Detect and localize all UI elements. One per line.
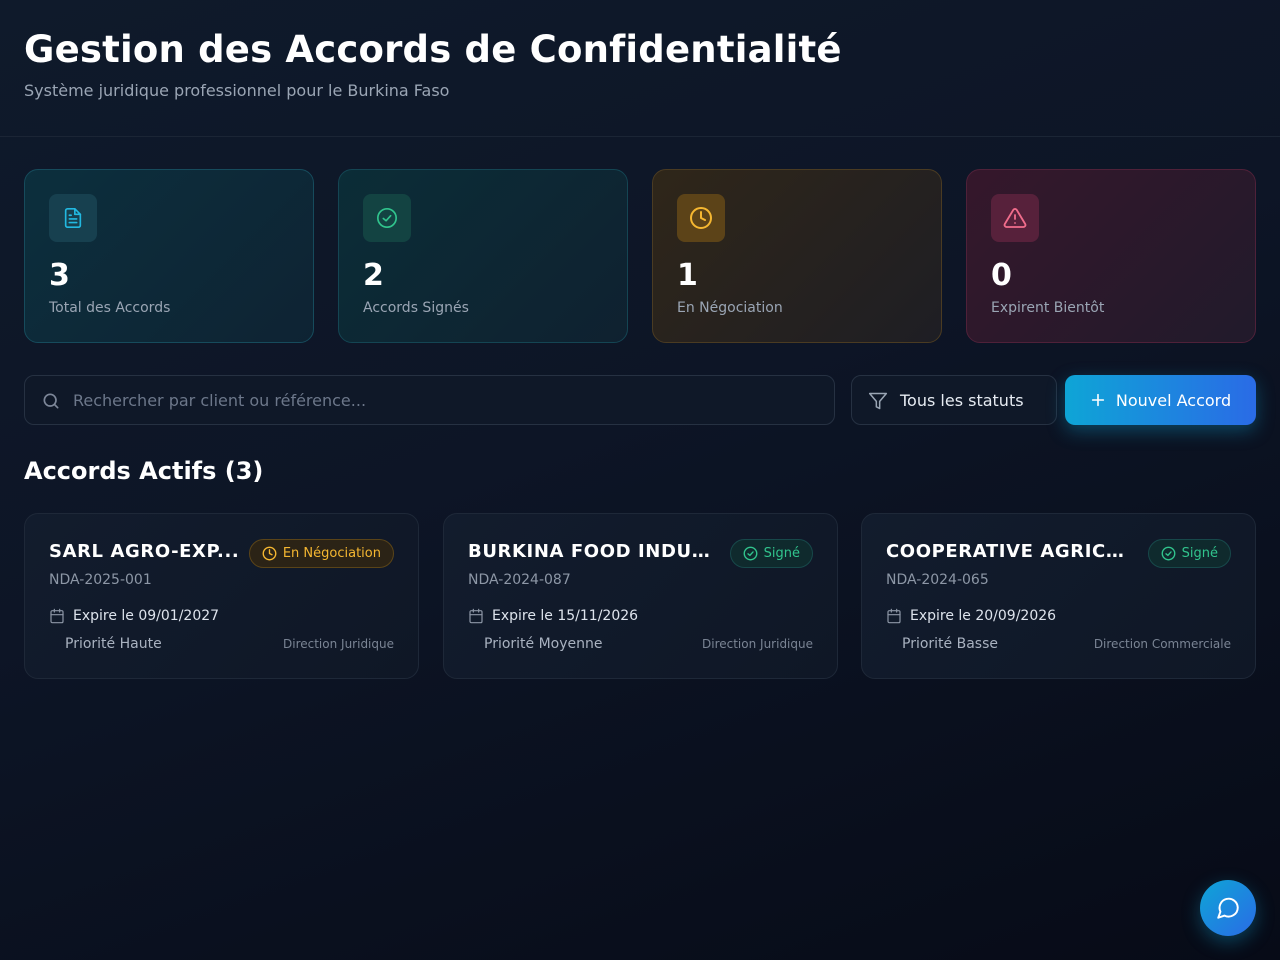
reference: NDA-2025-001 bbox=[49, 572, 152, 588]
client-name: SARL AGRO-EXP... bbox=[49, 541, 240, 562]
priority: Priorité Moyenne bbox=[484, 636, 603, 652]
alert-triangle-icon bbox=[991, 194, 1039, 242]
stat-card-signed: 2 Accords Signés bbox=[338, 169, 628, 343]
expiry-row: Expire le 09/01/2027 bbox=[49, 608, 219, 624]
plus-icon bbox=[1090, 392, 1106, 408]
stat-label: Total des Accords bbox=[49, 300, 171, 316]
status-filter-label: Tous les statuts bbox=[900, 391, 1024, 410]
priority: Priorité Basse bbox=[902, 636, 998, 652]
check-circle-icon bbox=[1161, 546, 1176, 561]
nda-card[interactable]: BURKINA FOOD INDUS... Signé NDA-2024-087… bbox=[443, 513, 838, 679]
client-name: COOPERATIVE AGRICO... bbox=[886, 541, 1136, 562]
stat-card-total: 3 Total des Accords bbox=[24, 169, 314, 343]
department: Direction Commerciale bbox=[1093, 637, 1231, 651]
clock-icon bbox=[677, 194, 725, 242]
expiry-row: Expire le 15/11/2026 bbox=[468, 608, 638, 624]
reference: NDA-2024-087 bbox=[468, 572, 571, 588]
file-text-icon bbox=[49, 194, 97, 242]
page-title: Gestion des Accords de Confidentialité bbox=[24, 28, 842, 71]
expiry-row: Expire le 20/09/2026 bbox=[886, 608, 1056, 624]
expiry-date: Expire le 20/09/2026 bbox=[910, 608, 1057, 624]
section-title: Accords Actifs (3) bbox=[24, 457, 264, 485]
stat-value: 2 bbox=[363, 258, 384, 293]
reference: NDA-2024-065 bbox=[886, 572, 989, 588]
expiry-date: Expire le 09/01/2027 bbox=[73, 608, 220, 624]
status-badge: Signé bbox=[1147, 539, 1231, 568]
stat-card-expiring: 0 Expirent Bientôt bbox=[966, 169, 1256, 343]
calendar-icon bbox=[468, 608, 484, 624]
client-name: BURKINA FOOD INDUS... bbox=[468, 541, 718, 562]
stat-label: En Négociation bbox=[677, 300, 783, 316]
stat-value: 3 bbox=[49, 258, 70, 293]
status-badge: Signé bbox=[729, 539, 813, 568]
calendar-icon bbox=[886, 608, 902, 624]
search-box[interactable] bbox=[24, 375, 835, 425]
nda-card[interactable]: SARL AGRO-EXP... En Négociation NDA-2025… bbox=[24, 513, 419, 679]
status-label: Signé bbox=[763, 546, 800, 561]
clock-icon bbox=[262, 546, 277, 561]
new-agreement-button[interactable]: Nouvel Accord bbox=[1065, 375, 1256, 425]
stat-label: Expirent Bientôt bbox=[991, 300, 1105, 316]
check-circle-icon bbox=[363, 194, 411, 242]
priority: Priorité Haute bbox=[65, 636, 162, 652]
status-badge: En Négociation bbox=[248, 539, 394, 568]
filter-icon bbox=[868, 391, 888, 411]
expiry-date: Expire le 15/11/2026 bbox=[492, 608, 639, 624]
search-icon bbox=[41, 391, 61, 411]
page-header: Gestion des Accords de Confidentialité S… bbox=[0, 0, 1280, 137]
new-agreement-label: Nouvel Accord bbox=[1115, 390, 1232, 410]
calendar-icon bbox=[49, 608, 65, 624]
department: Direction Juridique bbox=[702, 637, 813, 651]
stat-label: Accords Signés bbox=[363, 300, 469, 316]
page-subtitle: Système juridique professionnel pour le … bbox=[24, 81, 450, 100]
status-filter-select[interactable]: Tous les statuts bbox=[851, 375, 1057, 425]
message-circle-icon bbox=[1215, 895, 1241, 921]
status-label: En Négociation bbox=[282, 546, 381, 561]
stat-card-negotiation: 1 En Négociation bbox=[652, 169, 942, 343]
status-label: Signé bbox=[1181, 546, 1218, 561]
search-input[interactable] bbox=[73, 376, 823, 424]
stat-value: 0 bbox=[991, 258, 1012, 293]
department: Direction Juridique bbox=[283, 637, 394, 651]
nda-card[interactable]: COOPERATIVE AGRICO... Signé NDA-2024-065… bbox=[861, 513, 1256, 679]
chat-button[interactable] bbox=[1200, 880, 1256, 936]
stat-value: 1 bbox=[677, 258, 698, 293]
check-circle-icon bbox=[743, 546, 758, 561]
